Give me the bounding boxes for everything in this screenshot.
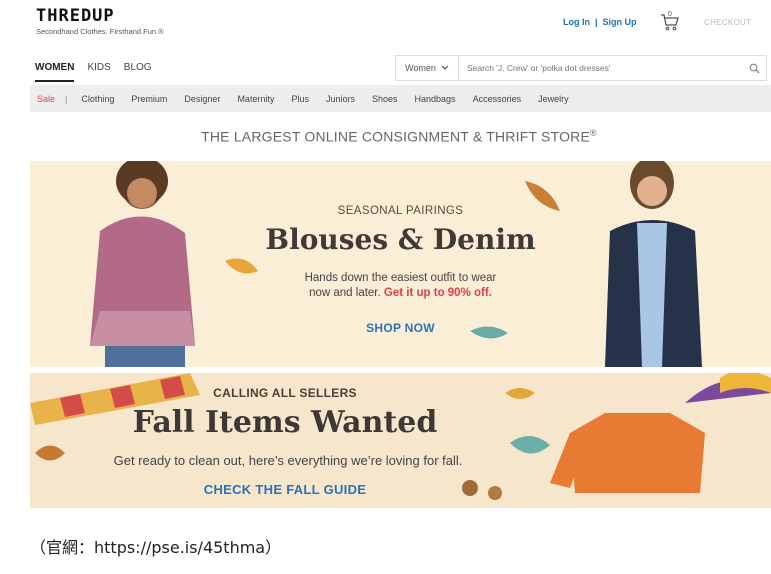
search-category-label: Women <box>405 63 436 73</box>
subnav-handbags[interactable]: Handbags <box>415 94 456 104</box>
auth-separator: | <box>595 17 598 27</box>
search-icon <box>749 63 759 73</box>
site-tagline-text: THE LARGEST ONLINE CONSIGNMENT & THRIFT … <box>201 128 591 145</box>
hero1-body-line2: now and later. <box>309 287 381 299</box>
hero1-title: Blouses & Denim <box>265 223 536 256</box>
category-nav: Sale | Clothing Premium Designer Materni… <box>30 85 771 112</box>
auth-links: Log In | Sign Up <box>563 17 637 27</box>
search-bar: Women <box>395 55 767 81</box>
subnav-divider: | <box>65 93 68 104</box>
cart-button[interactable]: 0 <box>660 11 680 32</box>
search-category-select[interactable]: Women <box>396 56 459 80</box>
logo-tagline: Secondhand Clothes. Firsthand Fun.® <box>36 27 164 36</box>
umbrella-illustration <box>685 373 771 403</box>
sweater-illustration <box>550 413 705 493</box>
subnav-premium[interactable]: Premium <box>131 94 167 104</box>
logo-wordmark: THREDUP <box>36 6 115 26</box>
chevron-down-icon <box>441 65 449 70</box>
search-input[interactable] <box>459 56 742 80</box>
checkout-button[interactable]: CHECKOUT <box>704 18 751 27</box>
subnav-designer[interactable]: Designer <box>184 94 220 104</box>
hero-banner-fall-items[interactable]: CALLING ALL SELLERS Fall Items Wanted Ge… <box>30 373 771 508</box>
cart-count: 0 <box>668 11 672 18</box>
thredup-logo[interactable]: THREDUP Secondhand Clothes. Firsthand Fu… <box>36 6 176 36</box>
signup-link[interactable]: Sign Up <box>603 17 637 27</box>
subnav-maternity[interactable]: Maternity <box>237 94 274 104</box>
registered-mark: ® <box>590 128 597 138</box>
hero1-kicker: SEASONAL PAIRINGS <box>337 205 464 217</box>
main-nav: WOMEN KIDS BLOG <box>35 62 152 82</box>
subnav-juniors[interactable]: Juniors <box>326 94 355 104</box>
subnav-sale[interactable]: Sale <box>37 94 55 104</box>
source-caption: （官網：https://pse.is/45thma） <box>30 538 282 557</box>
subnav-shoes[interactable]: Shoes <box>372 94 398 104</box>
site-tagline: THE LARGEST ONLINE CONSIGNMENT & THRIFT … <box>0 128 771 145</box>
login-link[interactable]: Log In <box>563 17 590 27</box>
hero1-body: Hands down the easiest outfit to wear no… <box>30 271 771 301</box>
model-left-illustration <box>90 161 195 367</box>
search-button[interactable] <box>742 56 766 80</box>
hero-banner-blouses-denim[interactable]: SEASONAL PAIRINGS Blouses & Denim Hands … <box>30 161 771 367</box>
subnav-clothing[interactable]: Clothing <box>81 94 114 104</box>
hero2-title: Fall Items Wanted <box>132 405 438 440</box>
hero2-body: Get ready to clean out, here’s everythin… <box>113 453 463 468</box>
hero1-body-line1: Hands down the easiest outfit to wear <box>304 272 497 284</box>
nav-women[interactable]: WOMEN <box>35 62 75 82</box>
nav-blog[interactable]: BLOG <box>124 62 152 82</box>
fall-guide-button[interactable]: CHECK THE FALL GUIDE <box>130 482 440 497</box>
subnav-accessories[interactable]: Accessories <box>473 94 522 104</box>
nav-kids[interactable]: KIDS <box>87 62 110 82</box>
hero2-kicker: CALLING ALL SELLERS <box>213 386 357 400</box>
hero1-promo: Get it up to 90% off. <box>383 287 492 299</box>
model-right-illustration <box>605 161 702 367</box>
subnav-jewelry[interactable]: Jewelry <box>538 94 569 104</box>
shop-now-button[interactable]: SHOP NOW <box>30 321 771 335</box>
hero1-illustration <box>90 161 702 367</box>
subnav-plus[interactable]: Plus <box>291 94 309 104</box>
